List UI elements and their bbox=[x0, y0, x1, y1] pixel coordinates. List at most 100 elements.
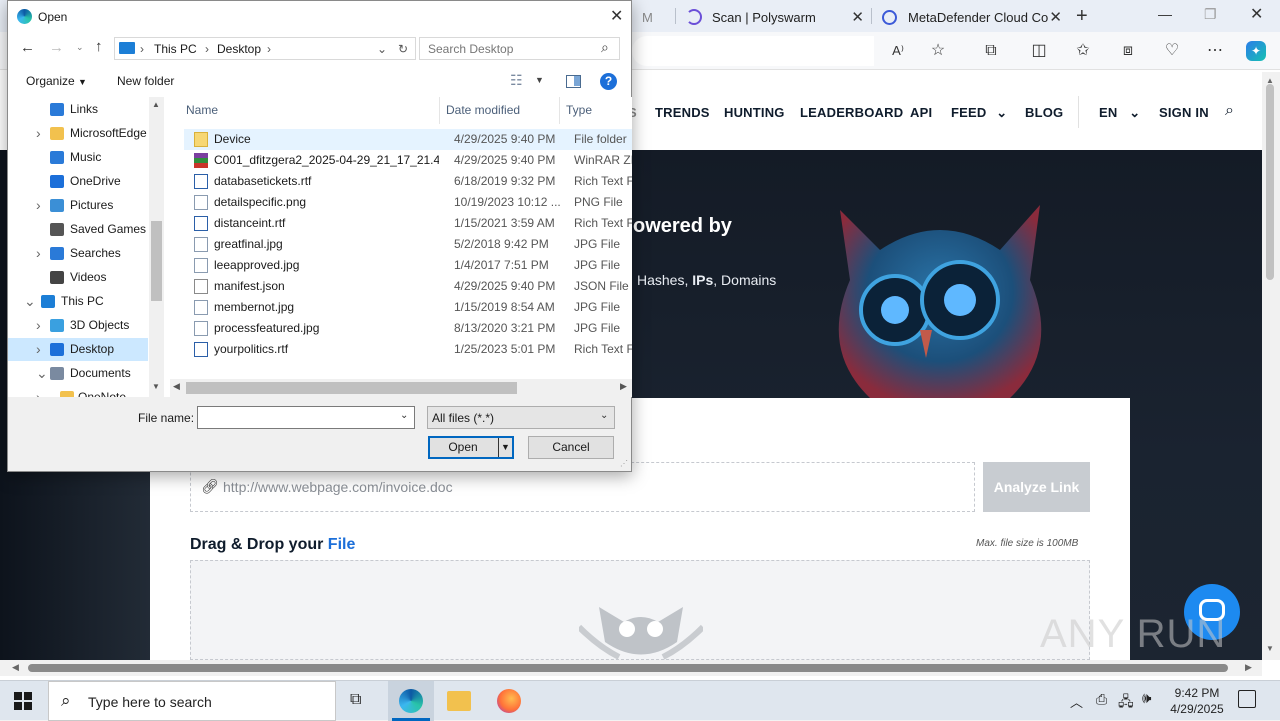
scroll-thumb[interactable] bbox=[1266, 84, 1274, 280]
taskbar-edge[interactable] bbox=[388, 681, 434, 721]
nav-api[interactable]: API bbox=[910, 105, 932, 120]
search-desktop-input[interactable]: Search Desktop ⌕ bbox=[419, 37, 620, 60]
breadcrumb-this-pc[interactable]: This PC bbox=[154, 38, 197, 60]
file-row[interactable]: manifest.json 4/29/2025 9:40 PM JSON File bbox=[184, 276, 632, 297]
show-hidden-icons-icon[interactable]: ︿ bbox=[1070, 692, 1083, 711]
new-folder-button[interactable]: New folder bbox=[117, 74, 174, 88]
nav-trends[interactable]: TRENDS bbox=[655, 105, 710, 120]
tree-item-videos[interactable]: Videos bbox=[8, 266, 148, 289]
sign-in-link[interactable]: SIGN IN bbox=[1159, 105, 1209, 120]
cancel-button[interactable]: Cancel bbox=[528, 436, 614, 459]
chevron-right-icon[interactable]: › bbox=[36, 338, 41, 361]
chevron-down-icon[interactable]: ⌄ bbox=[24, 290, 36, 313]
extensions-icon[interactable]: ⧉ bbox=[981, 41, 1001, 61]
column-date-modified[interactable]: Date modified bbox=[446, 97, 520, 124]
forward-arrow-icon[interactable]: → bbox=[49, 39, 64, 56]
nav-blog[interactable]: BLOG bbox=[1025, 105, 1063, 120]
column-type[interactable]: Type bbox=[566, 97, 592, 124]
tree-item-pictures[interactable]: › Pictures bbox=[8, 194, 148, 217]
close-tab-icon[interactable]: ✕ bbox=[1049, 8, 1062, 26]
tab-metadefender[interactable]: MetaDefender Cloud Co ✕ bbox=[872, 4, 1068, 30]
close-tab-icon[interactable]: ✕ bbox=[851, 8, 864, 26]
help-icon[interactable]: ? bbox=[600, 73, 617, 90]
tree-item-this-pc[interactable]: ⌄ This PC bbox=[8, 290, 148, 313]
chevron-down-icon[interactable]: ⌄ bbox=[377, 38, 387, 60]
address-breadcrumb[interactable]: › This PC › Desktop › ⌄ ↻ bbox=[114, 37, 416, 60]
split-screen-icon[interactable]: ◫ bbox=[1029, 41, 1049, 61]
restore-icon[interactable]: ❐ bbox=[1204, 6, 1217, 23]
collections-icon[interactable]: ⧈ bbox=[1118, 41, 1138, 61]
taskbar-search-box[interactable]: ⌕ Type here to search bbox=[48, 681, 336, 721]
scroll-thumb[interactable] bbox=[186, 382, 517, 394]
view-options-icon[interactable]: ☷ bbox=[510, 72, 523, 89]
file-drop-zone[interactable] bbox=[190, 560, 1090, 660]
site-search-icon[interactable]: ⌕ bbox=[1225, 102, 1234, 120]
task-view-icon[interactable]: ⧉ bbox=[350, 691, 361, 709]
back-arrow-icon[interactable]: ← bbox=[20, 39, 35, 56]
chevron-right-icon[interactable]: › bbox=[36, 242, 41, 265]
resize-grip-icon[interactable]: ⋰ bbox=[620, 459, 628, 468]
language-selector[interactable]: EN ⌄ bbox=[1099, 105, 1140, 121]
refresh-icon[interactable]: ↻ bbox=[398, 38, 408, 60]
nav-leaderboard[interactable]: LEADERBOARD bbox=[800, 105, 903, 120]
chevron-right-icon[interactable]: › bbox=[36, 194, 41, 217]
windows-start-icon[interactable] bbox=[14, 692, 32, 710]
tree-item-onedrive[interactable]: OneDrive bbox=[8, 170, 148, 193]
breadcrumb-desktop[interactable]: Desktop bbox=[217, 38, 261, 60]
device-icon[interactable]: ⎙ bbox=[1096, 691, 1107, 708]
scroll-thumb[interactable] bbox=[28, 664, 1228, 672]
caret-down-icon[interactable]: ▼ bbox=[535, 75, 544, 85]
favorite-star-icon[interactable]: ☆ bbox=[928, 41, 948, 61]
address-field[interactable] bbox=[632, 36, 874, 66]
firefox-icon[interactable] bbox=[497, 689, 521, 713]
copilot-icon[interactable]: ✦ bbox=[1246, 41, 1266, 61]
tree-item-links[interactable]: Links bbox=[8, 98, 148, 121]
favorites-icon[interactable]: ✩ bbox=[1073, 41, 1093, 61]
volume-icon[interactable]: 🕪︎ bbox=[1142, 690, 1151, 707]
tree-scrollbar[interactable]: ▲ ▼ bbox=[149, 97, 164, 397]
organize-button[interactable]: Organize ▼ bbox=[26, 74, 87, 88]
tree-item-microsoftedge[interactable]: › MicrosoftEdge bbox=[8, 122, 148, 145]
more-menu-icon[interactable]: ⋯ bbox=[1205, 41, 1225, 61]
tree-item-desktop[interactable]: › Desktop bbox=[8, 338, 148, 361]
chevron-right-icon[interactable]: › bbox=[36, 314, 41, 337]
file-row[interactable]: C001_dfitzgera2_2025-04-29_21_17_21.42..… bbox=[184, 150, 632, 171]
file-row[interactable]: databasetickets.rtf 6/18/2019 9:32 PM Rich… bbox=[184, 171, 632, 192]
file-row[interactable]: greatfinal.jpg 5/2/2018 9:42 PM JPG File bbox=[184, 234, 632, 255]
file-type-filter[interactable]: All files (*.*) ⌄ bbox=[427, 406, 615, 429]
new-tab-icon[interactable]: + bbox=[1076, 5, 1088, 28]
file-row[interactable]: Device 4/29/2025 9:40 PM File folder bbox=[184, 129, 632, 150]
read-aloud-icon[interactable]: A⁾ bbox=[888, 41, 908, 61]
file-row[interactable]: processfeatured.jpg 8/13/2020 3:21 PM JPG … bbox=[184, 318, 632, 339]
file-list-hscrollbar[interactable]: ◀ ▶ bbox=[170, 379, 632, 397]
tree-item-saved-games[interactable]: Saved Games bbox=[8, 218, 148, 241]
clock[interactable]: 9:42 PM 4/29/2025 bbox=[1166, 685, 1228, 717]
notifications-icon[interactable] bbox=[1238, 690, 1256, 708]
network-icon[interactable]: 🖧︎ bbox=[1118, 691, 1134, 715]
analyze-link-button[interactable]: Analyze Link bbox=[983, 462, 1090, 512]
file-row[interactable]: membernot.jpg 1/15/2019 8:54 AM JPG File bbox=[184, 297, 632, 318]
recent-locations-icon[interactable]: ⌄ bbox=[76, 42, 84, 53]
up-arrow-icon[interactable]: ↑ bbox=[95, 38, 103, 55]
minimize-icon[interactable]: — bbox=[1158, 6, 1172, 22]
chevron-right-icon[interactable]: › bbox=[36, 122, 41, 145]
tree-item-3d-objects[interactable]: › 3D Objects bbox=[8, 314, 148, 337]
file-row[interactable]: yourpolitics.rtf 1/25/2023 5:01 PM Rich Te… bbox=[184, 339, 632, 360]
tree-item-searches[interactable]: › Searches bbox=[8, 242, 148, 265]
tree-item-documents[interactable]: ⌄ Documents bbox=[8, 362, 148, 385]
caret-down-icon[interactable]: ▼ bbox=[501, 438, 510, 457]
open-button[interactable]: Open ▼ bbox=[428, 436, 514, 459]
chevron-down-icon[interactable]: ⌄ bbox=[400, 410, 408, 421]
scroll-thumb[interactable] bbox=[151, 221, 162, 301]
file-row[interactable]: detailspecific.png 10/19/2023 10:12 ... PN… bbox=[184, 192, 632, 213]
tab-partial[interactable]: M bbox=[632, 4, 674, 30]
vertical-scrollbar[interactable]: ▲ ▼ bbox=[1262, 72, 1280, 660]
window-close-icon[interactable]: ✕ bbox=[1250, 4, 1263, 24]
preview-pane-icon[interactable] bbox=[566, 75, 581, 88]
tab-polyswarm[interactable]: Scan | Polyswarm ✕ bbox=[676, 4, 870, 30]
file-row[interactable]: distanceint.rtf 1/15/2021 3:59 AM Rich Tex… bbox=[184, 213, 632, 234]
chevron-down-icon[interactable]: ⌄ bbox=[36, 362, 48, 385]
horizontal-scrollbar[interactable]: ◀ ▶ bbox=[0, 660, 1262, 676]
browser-essentials-icon[interactable]: ♡ bbox=[1162, 41, 1182, 61]
file-row[interactable]: leeapproved.jpg 1/4/2017 7:51 PM JPG File bbox=[184, 255, 632, 276]
